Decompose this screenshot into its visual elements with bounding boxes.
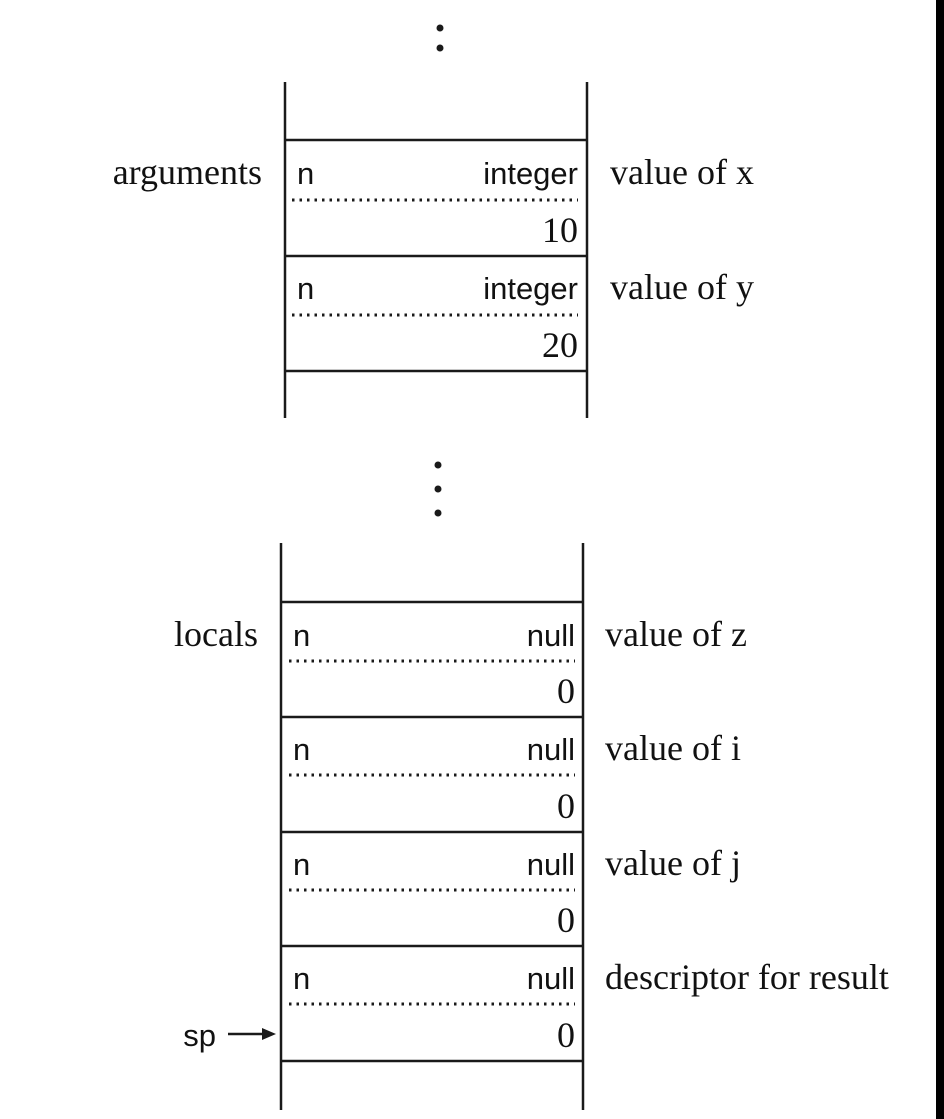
cell-type-label: null	[527, 961, 575, 996]
stack-cell-z: n null 0 value of z	[293, 614, 747, 711]
upper-stack	[283, 82, 589, 418]
stack-cell-j: n null 0 value of j	[293, 843, 741, 940]
cell-value: 0	[557, 900, 575, 940]
cell-left-label: n	[293, 732, 310, 767]
cell-left-label: n	[297, 156, 314, 191]
cell-type-label: null	[527, 618, 575, 653]
scan-edge	[936, 0, 944, 1119]
sp-pointer: sp	[183, 1018, 276, 1053]
cell-annotation: value of z	[605, 614, 747, 654]
cell-left-label: n	[293, 618, 310, 653]
cell-left-label: n	[293, 961, 310, 996]
sp-label: sp	[183, 1018, 216, 1053]
cell-value: 0	[557, 786, 575, 826]
stack-cell-result: n null 0 descriptor for result	[293, 957, 889, 1055]
cell-annotation: value of i	[605, 728, 741, 768]
cell-annotation: value of x	[610, 152, 754, 192]
cell-left-label: n	[293, 847, 310, 882]
cell-type-label: integer	[483, 271, 578, 306]
cell-value: 10	[542, 210, 578, 250]
stack-frame-diagram: arguments n integer 10 value of x n inte…	[113, 0, 944, 1119]
arguments-label: arguments	[113, 152, 262, 192]
locals-label: locals	[174, 614, 258, 654]
cell-annotation: descriptor for result	[605, 957, 889, 997]
cell-annotation: value of j	[605, 843, 741, 883]
cell-annotation: value of y	[610, 267, 754, 307]
cell-value: 0	[557, 1015, 575, 1055]
cell-left-label: n	[297, 271, 314, 306]
middle-ellipsis	[434, 461, 442, 517]
cell-value: 20	[542, 325, 578, 365]
stack-cell-i: n null 0 value of i	[293, 728, 741, 826]
arrowhead-icon	[262, 1028, 276, 1040]
cell-value: 0	[557, 671, 575, 711]
cell-type-label: integer	[483, 156, 578, 191]
top-ellipsis	[436, 24, 444, 52]
cell-type-label: null	[527, 847, 575, 882]
cell-type-label: null	[527, 732, 575, 767]
